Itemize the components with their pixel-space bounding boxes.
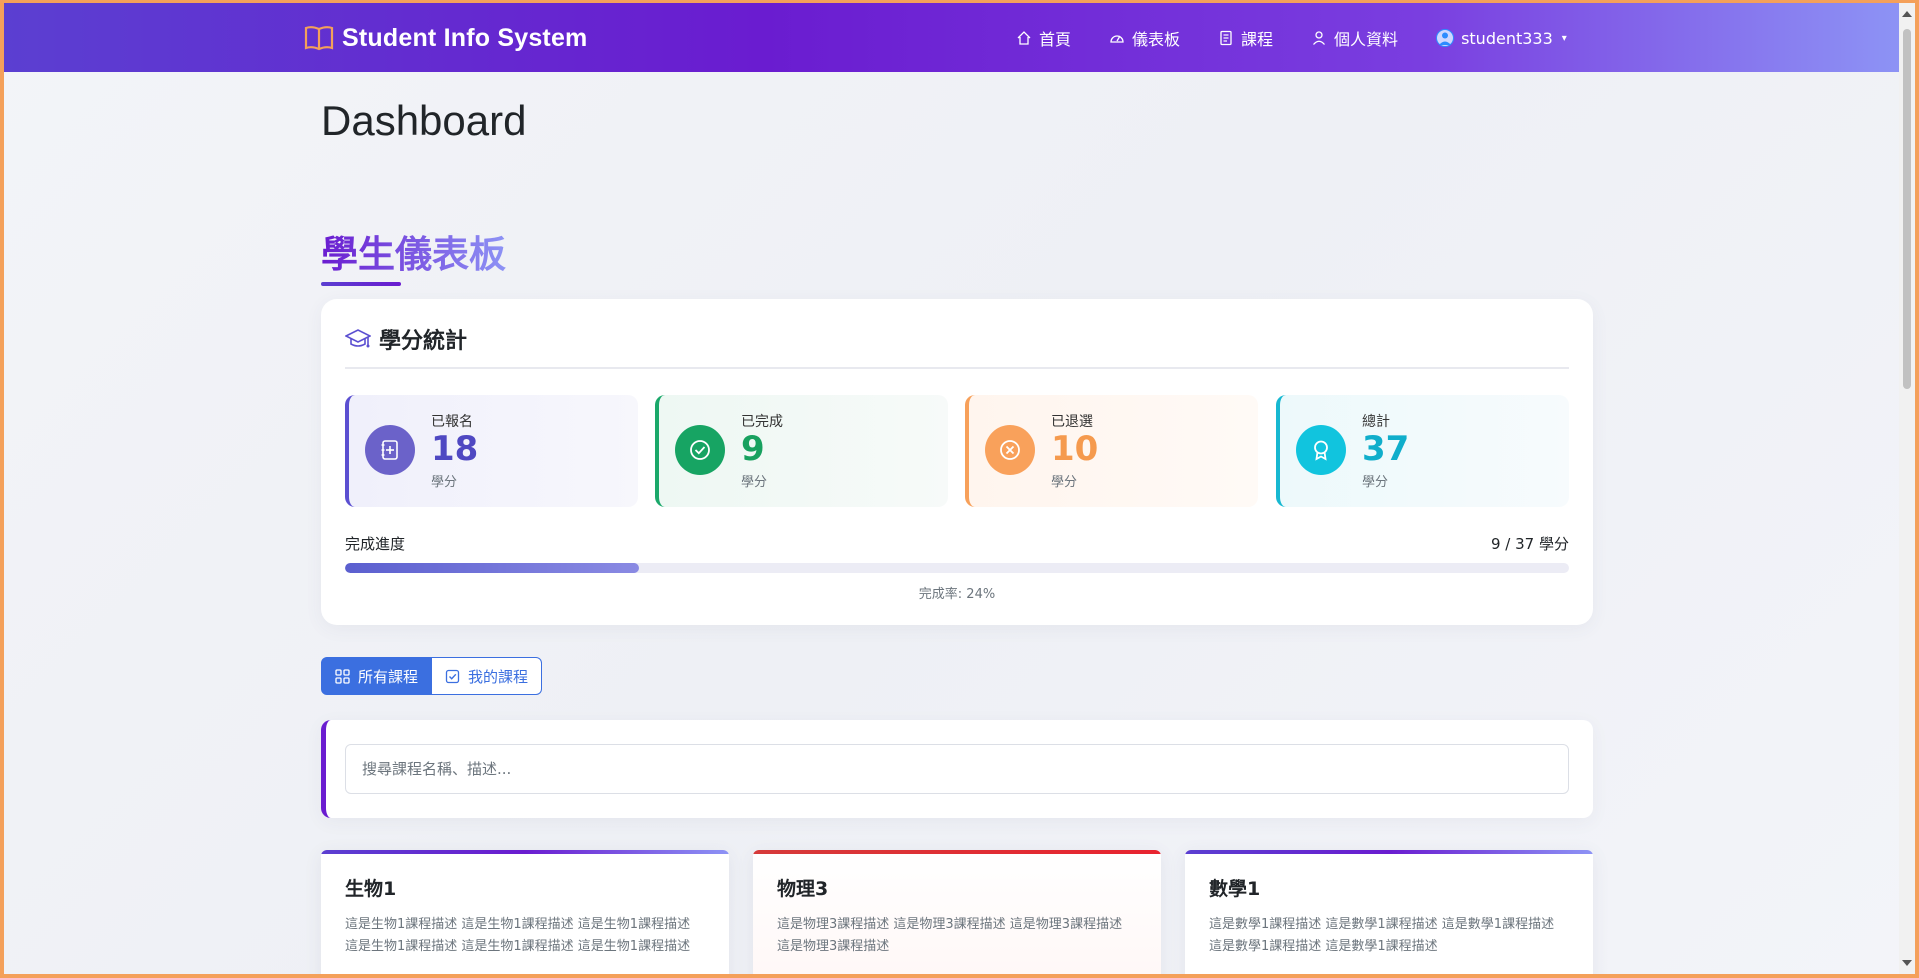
chevron-down-icon: ▾ (1561, 32, 1567, 44)
nav-dashboard[interactable]: 儀表板 (1109, 25, 1180, 51)
nav-home[interactable]: 首頁 (1016, 25, 1071, 51)
journal-icon (1220, 30, 1232, 46)
journal-plus-icon (365, 425, 415, 475)
brand-name: Student Info System (342, 23, 588, 52)
stat-unit: 學分 (741, 475, 768, 490)
course-card[interactable]: 物理3 這是物理3課程描述 這是物理3課程描述 這是物理3課程描述 這是物理3課… (753, 850, 1161, 974)
search-card (321, 720, 1593, 818)
stat-label: 總計 (1362, 414, 1390, 430)
stat-value: 18 (431, 429, 479, 469)
stat-total: 總計 37 學分 (1276, 395, 1569, 507)
course-accent-bar (1185, 850, 1593, 854)
brand[interactable]: Student Info System (304, 21, 588, 55)
progress-fill (345, 563, 639, 573)
mortarboard-icon (345, 329, 371, 348)
credits-header: 學分統計 (345, 323, 467, 355)
page-title: Dashboard (321, 97, 527, 144)
check-square-icon (445, 669, 460, 683)
nav-courses-label: 課程 (1241, 30, 1274, 49)
scroll-up-arrow-icon[interactable] (1902, 11, 1912, 17)
person-icon (1313, 31, 1326, 45)
book-icon (304, 26, 334, 51)
user-avatar-icon (1436, 29, 1455, 47)
progress-label: 完成進度 (345, 535, 406, 553)
stat-completed: 已完成 9 學分 (655, 395, 948, 507)
scroll-down-arrow-icon[interactable] (1902, 960, 1912, 966)
nav-courses[interactable]: 課程 (1218, 25, 1273, 51)
search-input[interactable] (345, 744, 1569, 794)
stat-enrolled: 已報名 18 學分 (345, 395, 638, 507)
tab-all-courses[interactable]: 所有課程 (321, 657, 433, 695)
stat-label: 已報名 (431, 414, 473, 430)
home-icon (1017, 31, 1031, 45)
stat-value: 9 (741, 429, 765, 469)
tab-all-label: 所有課程 (358, 667, 419, 686)
course-name: 物理3 (777, 878, 829, 900)
credits-card: 學分統計 已報名 18 學分 已完成 9 學分 已退選 10 學分 總計 37 … (321, 299, 1593, 625)
course-name: 生物1 (345, 878, 397, 900)
speedometer-icon (1110, 35, 1124, 43)
divider (345, 367, 1569, 369)
tab-my-courses[interactable]: 我的課程 (432, 657, 543, 695)
x-circle-icon (985, 425, 1035, 475)
stat-unit: 學分 (1362, 475, 1389, 490)
course-description: 這是生物1課程描述 這是生物1課程描述 這是生物1課程描述 這是生物1課程描述 … (345, 917, 691, 954)
stat-unit: 學分 (1051, 475, 1078, 490)
progress-count: 9 / 37 學分 (1491, 535, 1569, 553)
stat-unit: 學分 (431, 475, 458, 490)
course-card[interactable]: 生物1 這是生物1課程描述 這是生物1課程描述 這是生物1課程描述 這是生物1課… (321, 850, 729, 974)
check-circle-icon (675, 425, 725, 475)
user-dropdown[interactable]: student333 ▾ (1436, 25, 1567, 51)
nav-profile[interactable]: 個人資料 (1311, 25, 1398, 51)
stat-dropped: 已退選 10 學分 (965, 395, 1258, 507)
progress-rate: 完成率: 24% (918, 587, 996, 602)
section-title: 學生儀表板 (321, 224, 506, 278)
progress-bar (345, 563, 1569, 573)
award-icon (1296, 425, 1346, 475)
course-card[interactable]: 數學1 這是數學1課程描述 這是數學1課程描述 這是數學1課程描述 這是數學1課… (1185, 850, 1593, 974)
course-name: 數學1 (1209, 878, 1261, 900)
stat-label: 已退選 (1051, 414, 1093, 430)
section-underline (321, 282, 401, 286)
nav-profile-label: 個人資料 (1334, 30, 1399, 49)
course-accent-bar (753, 850, 1161, 854)
stat-label: 已完成 (741, 414, 783, 430)
credits-header-label: 學分統計 (379, 329, 468, 354)
nav-home-label: 首頁 (1039, 30, 1072, 49)
top-navbar: Student Info System 首頁 儀表板 課程 個人資料 stude… (4, 3, 1899, 72)
course-description: 這是數學1課程描述 這是數學1課程描述 這是數學1課程描述 這是數學1課程描述 … (1209, 917, 1555, 954)
course-accent-bar (321, 850, 729, 854)
vertical-scrollbar[interactable] (1899, 3, 1915, 974)
username: student333 (1461, 28, 1553, 48)
course-description: 這是物理3課程描述 這是物理3課程描述 這是物理3課程描述 這是物理3課程描述 (777, 917, 1123, 954)
stat-value: 37 (1362, 429, 1410, 469)
tab-mine-label: 我的課程 (468, 667, 529, 686)
course-tabs: 所有課程 我的課程 (321, 657, 543, 695)
grid-icon (335, 668, 350, 684)
nav-dashboard-label: 儀表板 (1132, 30, 1181, 49)
browser-viewport: Student Info System 首頁 儀表板 課程 個人資料 stude… (4, 3, 1915, 974)
stat-value: 10 (1051, 429, 1099, 469)
scroll-thumb[interactable] (1903, 29, 1911, 389)
